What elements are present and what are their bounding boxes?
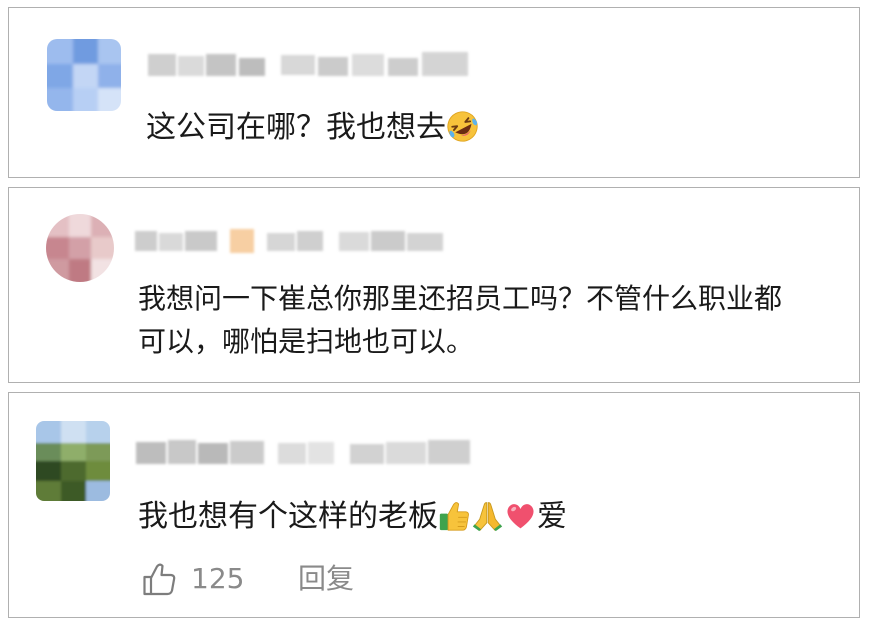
avatar[interactable] — [36, 421, 110, 501]
reply-button[interactable]: 回复 — [298, 559, 354, 599]
thumbs-up-outline-icon — [143, 563, 176, 596]
username-blurred[interactable] — [134, 434, 474, 470]
red-heart-emoji-icon — [504, 499, 537, 532]
rolling-on-floor-laughing-emoji-icon — [446, 110, 479, 143]
username-blurred[interactable] — [133, 225, 448, 257]
username-blurred[interactable] — [146, 46, 476, 82]
comment-card: 我想问一下崔总你那里还招员工吗？不管什么职业都可以，哪怕是扫地也可以。 — [8, 187, 860, 383]
avatar[interactable] — [47, 39, 121, 111]
comment-card: 我也想有个这样的老板 爱 125 回复 — [8, 392, 860, 618]
comment-text: 我想问一下崔总你那里还招员工吗？不管什么职业都可以，哪怕是扫地也可以。 — [138, 282, 783, 358]
comment-card: 这公司在哪？我也想去 — [8, 7, 860, 178]
like-button[interactable]: 125 — [141, 559, 244, 599]
comment-text: 这公司在哪？我也想去 — [146, 108, 479, 148]
like-count: 125 — [191, 562, 245, 595]
comment-text-suffix: 爱 — [537, 499, 567, 534]
comment-text-body: 这公司在哪？我也想去 — [146, 110, 446, 145]
avatar[interactable] — [46, 214, 114, 282]
thumbs-up-emoji-icon — [438, 499, 471, 532]
comment-text: 我也想有个这样的老板 爱 — [138, 497, 567, 537]
folded-hands-emoji-icon — [471, 499, 504, 532]
comment-text-body: 我也想有个这样的老板 — [138, 499, 438, 534]
